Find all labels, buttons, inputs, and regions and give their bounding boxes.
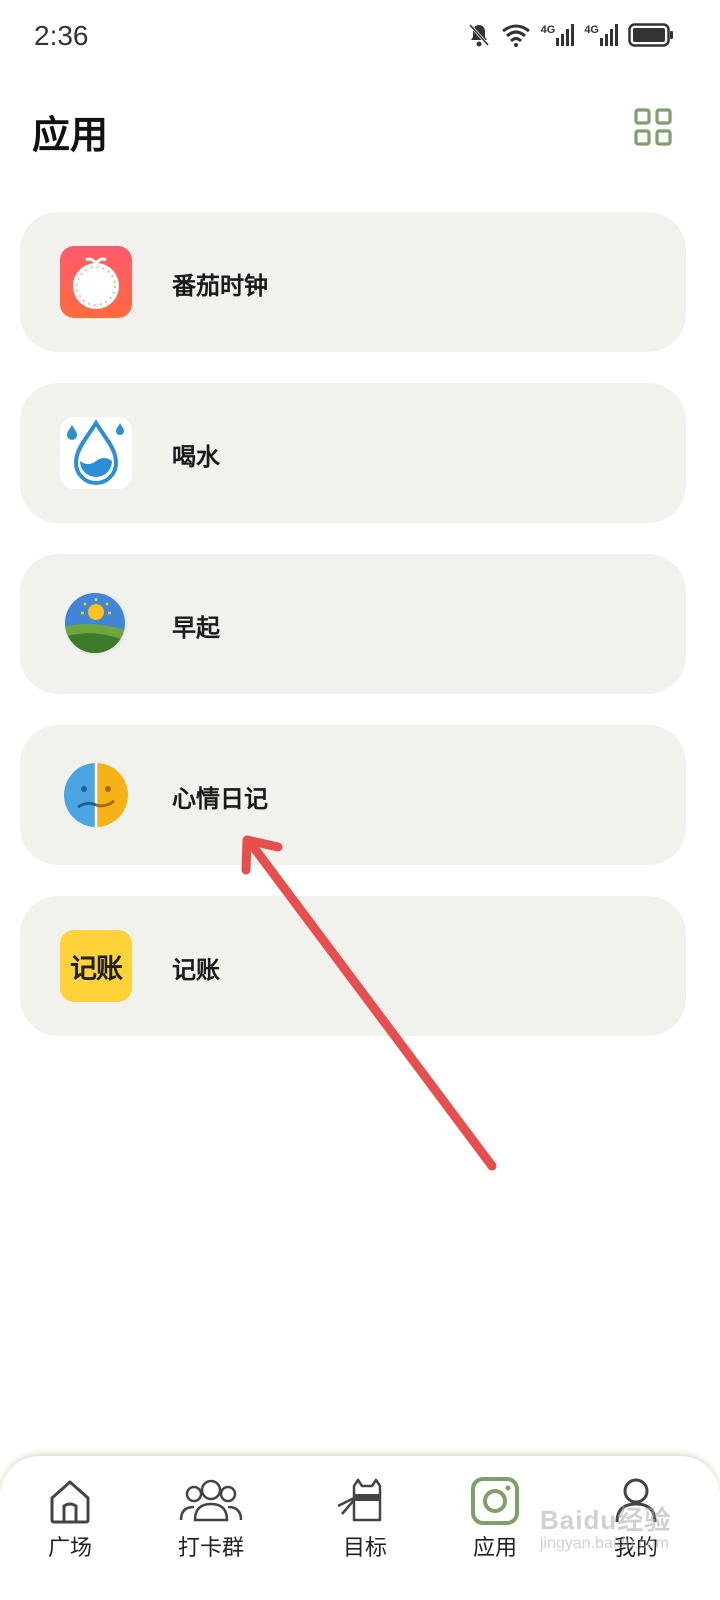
apps-icon [471, 1477, 519, 1525]
target-icon [337, 1478, 382, 1522]
nav-label: 广场 [47, 1535, 92, 1560]
water-drop-icon [60, 417, 132, 489]
signal-4g-2: 4G [584, 24, 618, 46]
page-title: 应用 [32, 115, 109, 157]
group-icon [179, 1479, 243, 1522]
app-card-early-rise[interactable]: 早起 [20, 554, 686, 694]
app-label: 记账 [172, 957, 220, 984]
nav-label: 应用 [472, 1535, 517, 1560]
status-icons: 4G 4G [467, 22, 674, 48]
grid-view-button[interactable] [634, 108, 672, 146]
tomato-clock-icon [60, 246, 132, 318]
status-bar: 2:36 4G 4G [0, 0, 720, 80]
nav-item-checkin-group[interactable]: 打卡群 [161, 1476, 261, 1586]
app-label: 番茄时钟 [172, 273, 268, 300]
status-time: 2:36 [34, 20, 89, 51]
app-label: 早起 [172, 615, 220, 642]
watermark: Baidu经验 [540, 1505, 672, 1535]
home-icon [50, 1480, 90, 1524]
app-list: 番茄时钟 喝水 早起 心情日记 记账 记账 [20, 212, 686, 1067]
nav-item-goal[interactable]: 目标 [315, 1476, 415, 1586]
grid-icon [634, 108, 672, 146]
bookkeeping-icon: 记账 [60, 930, 132, 1002]
nav-item-apps[interactable]: 应用 [445, 1476, 545, 1586]
sunrise-icon [64, 592, 128, 656]
header: 应用 [0, 100, 720, 160]
signal-bars-icon [556, 24, 575, 46]
app-card-bookkeeping[interactable]: 记账 记账 [20, 896, 686, 1036]
watermark-sub: jingyan.baidu.com [540, 1535, 669, 1552]
app-card-drink-water[interactable]: 喝水 [20, 383, 686, 523]
mute-bell-icon [468, 23, 489, 47]
app-label: 喝水 [172, 444, 220, 471]
mood-face-icon [64, 763, 128, 827]
app-card-mood-diary[interactable]: 心情日记 [20, 725, 686, 865]
nav-label: 打卡群 [177, 1535, 244, 1560]
nav-label: 目标 [342, 1535, 387, 1560]
nav-item-square[interactable]: 广场 [20, 1476, 120, 1586]
battery-icon [628, 23, 673, 47]
signal-4g-1: 4G [541, 24, 575, 46]
signal-bars-icon [600, 24, 618, 46]
wifi-icon [501, 24, 530, 47]
app-card-tomato-clock[interactable]: 番茄时钟 [20, 212, 686, 352]
app-label: 心情日记 [172, 786, 268, 813]
